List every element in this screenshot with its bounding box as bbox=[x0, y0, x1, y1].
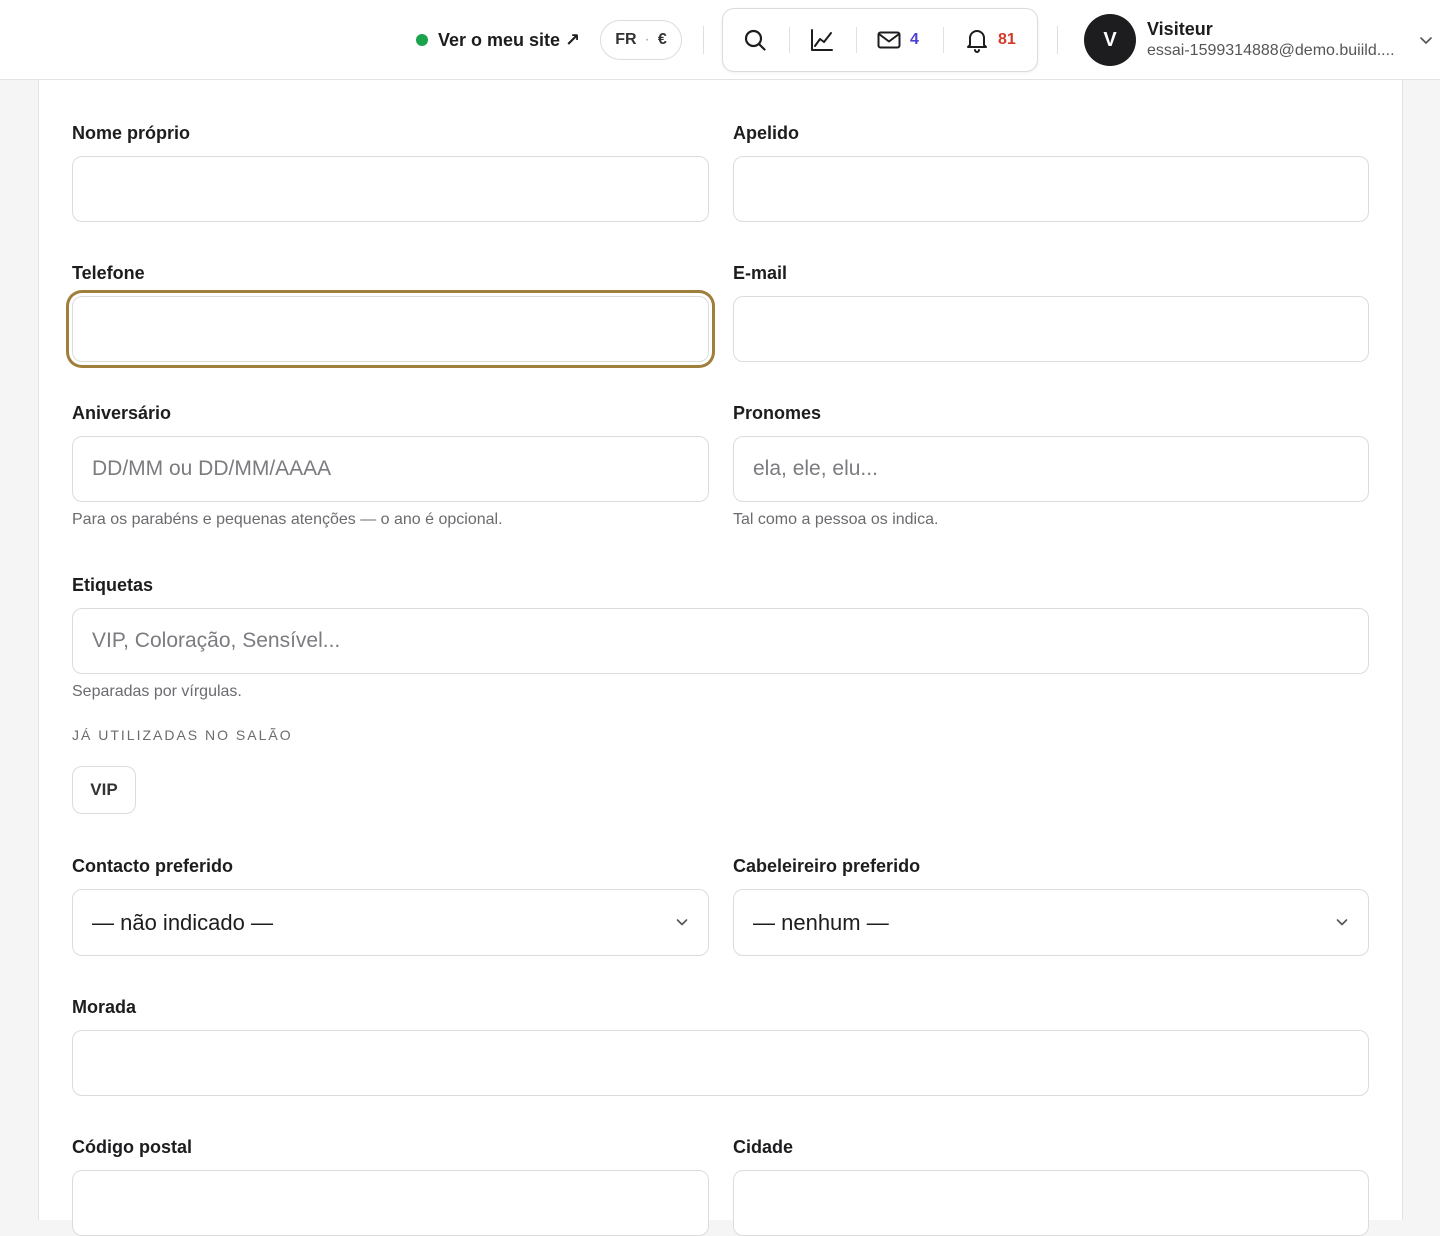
divider bbox=[943, 27, 944, 53]
pronouns-hint: Tal como a pessoa os indica. bbox=[733, 511, 939, 528]
divider bbox=[789, 27, 790, 53]
email-input[interactable] bbox=[733, 296, 1369, 362]
phone-label: Telefone bbox=[72, 263, 145, 283]
address-label: Morada bbox=[72, 997, 137, 1017]
search-button[interactable] bbox=[742, 9, 768, 71]
email-label: E-mail bbox=[733, 263, 788, 283]
preferred-contact-select[interactable]: — não indicado — bbox=[72, 889, 709, 956]
birthday-hint: Para os parabéns e pequenas atenções — o… bbox=[72, 511, 503, 528]
divider bbox=[1057, 26, 1058, 54]
avatar[interactable]: V bbox=[1084, 14, 1136, 66]
top-bar: Ver o meu site ↗ FR · € 4 81 V Visiteur … bbox=[0, 0, 1440, 80]
locale-currency-switcher[interactable]: FR · € bbox=[600, 20, 682, 60]
locale-separator: · bbox=[644, 31, 650, 48]
stats-button[interactable] bbox=[809, 9, 835, 71]
view-my-site-link[interactable]: Ver o meu site ↗ bbox=[416, 28, 580, 52]
user-email: essai-1599314888@demo.buiild.... bbox=[1147, 42, 1395, 59]
postal-code-input[interactable] bbox=[72, 1170, 709, 1236]
tags-label: Etiquetas bbox=[72, 575, 154, 595]
client-form-card: Nome próprio Apelido Telefone E-mail Ani… bbox=[38, 80, 1403, 1236]
address-input[interactable] bbox=[72, 1030, 1369, 1096]
used-tags-title: JÁ UTILIZADAS NO SALÃO bbox=[72, 727, 293, 743]
last-name-label: Apelido bbox=[733, 123, 799, 143]
city-label: Cidade bbox=[733, 1137, 794, 1157]
birthday-label: Aniversário bbox=[72, 403, 172, 423]
preferred-contact-label: Contacto preferido bbox=[72, 856, 234, 876]
preferred-stylist-value: — nenhum — bbox=[753, 909, 889, 935]
pronouns-input[interactable] bbox=[733, 436, 1369, 502]
chevron-down-icon bbox=[1336, 919, 1348, 926]
preferred-stylist-label: Cabeleireiro preferido bbox=[733, 856, 921, 876]
birthday-input[interactable] bbox=[72, 436, 709, 502]
first-name-label: Nome próprio bbox=[72, 123, 191, 143]
bell-icon bbox=[967, 30, 987, 53]
messages-button[interactable]: 4 bbox=[876, 9, 919, 71]
phone-input[interactable] bbox=[72, 296, 709, 362]
mail-icon bbox=[877, 31, 901, 49]
notifications-button[interactable]: 81 bbox=[964, 9, 1016, 71]
postal-code-label: Código postal bbox=[72, 1137, 192, 1157]
currency-symbol: € bbox=[657, 31, 667, 48]
chevron-down-icon[interactable] bbox=[1416, 30, 1436, 50]
chevron-down-icon bbox=[676, 919, 688, 926]
preferred-contact-value: — não indicado — bbox=[92, 909, 273, 935]
header-tools: 4 81 bbox=[722, 8, 1038, 72]
tags-hint: Separadas por vírgulas. bbox=[72, 683, 242, 700]
stats-chart-icon bbox=[811, 29, 833, 51]
user-name: Visiteur bbox=[1147, 19, 1213, 39]
divider bbox=[703, 26, 704, 54]
notifications-count-badge: 81 bbox=[998, 31, 1016, 48]
first-name-input[interactable] bbox=[72, 156, 709, 222]
view-my-site-label: Ver o meu site ↗ bbox=[438, 29, 581, 50]
pronouns-label: Pronomes bbox=[733, 403, 822, 423]
divider bbox=[856, 27, 857, 53]
messages-count-badge: 4 bbox=[910, 31, 919, 48]
online-status-dot bbox=[416, 34, 428, 46]
tag-chip-vip[interactable]: VIP bbox=[72, 766, 136, 814]
last-name-input[interactable] bbox=[733, 156, 1369, 222]
preferred-stylist-select[interactable]: — nenhum — bbox=[733, 889, 1369, 956]
language-code: FR bbox=[615, 31, 637, 48]
tags-input[interactable] bbox=[72, 608, 1369, 674]
search-icon bbox=[744, 29, 766, 51]
city-input[interactable] bbox=[733, 1170, 1369, 1236]
